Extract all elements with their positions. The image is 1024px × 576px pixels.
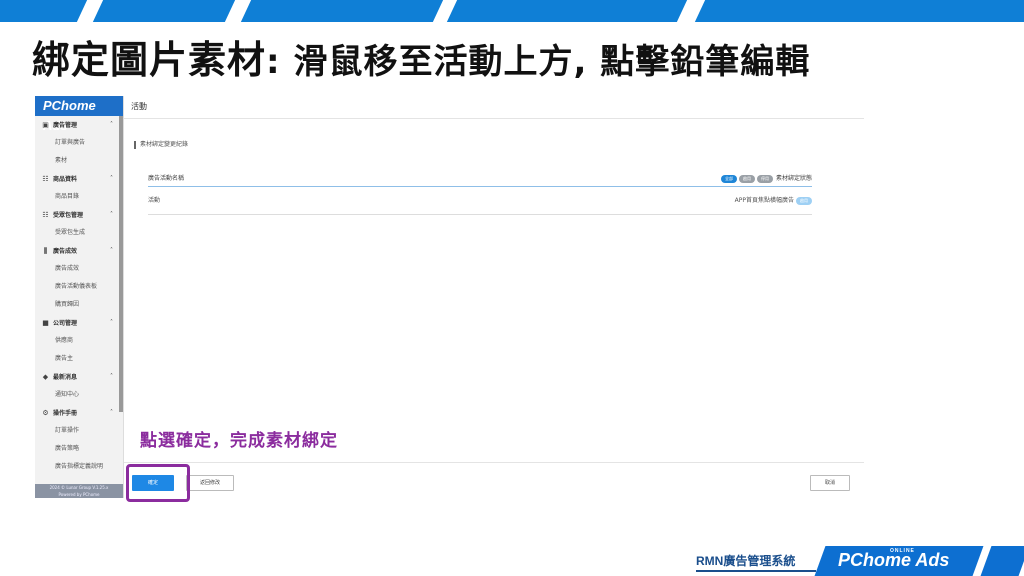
sidebar-item[interactable]: 廣告指標定義說明 — [35, 458, 123, 476]
campaign-name: 活動 — [148, 197, 161, 204]
sidebar-item[interactable]: 通知中心 — [35, 386, 123, 404]
cancel-button[interactable]: 取消 — [810, 475, 850, 491]
confirm-highlight-box — [126, 464, 190, 502]
app-logo[interactable]: PChome Ads — [35, 96, 123, 133]
sidebar-group[interactable]: ⫼ 廣告成效 ˄ — [35, 242, 123, 260]
gear-icon: ⚙ — [42, 409, 49, 417]
chevron-up-icon: ˄ — [110, 409, 113, 416]
sidebar-group-label: 最新消息 — [53, 374, 78, 381]
chevron-up-icon: ˄ — [110, 247, 113, 254]
tag-icon: ▣ — [42, 121, 49, 129]
sidebar-group[interactable]: ☷ 商品資料 ˄ — [35, 170, 123, 188]
chevron-up-icon: ˄ — [110, 373, 113, 380]
status-filter-group: 全部 啟用 停用 素材綁定狀態 — [719, 171, 812, 186]
back-edit-button[interactable]: 返回修改 — [186, 475, 234, 491]
instruction-callout: 點選確定，完成素材綁定 — [140, 431, 338, 451]
sidebar-item[interactable]: 廣告策略 — [35, 440, 123, 458]
grid-icon: ☷ — [42, 211, 49, 219]
chart-icon: ⫼ — [43, 247, 48, 255]
grid-icon: ☷ — [42, 175, 49, 183]
sidebar-group[interactable]: ⚙ 操作手冊 ˄ — [35, 404, 123, 422]
chevron-up-icon: ˄ — [110, 211, 113, 218]
col-campaign-name: 廣告活動名稱 — [148, 175, 185, 182]
sidebar-group-label: 公司管理 — [53, 320, 78, 327]
sidebar-item[interactable]: 受眾包生成 — [35, 224, 123, 242]
filter-enabled-button[interactable]: 啟用 — [738, 174, 755, 183]
page-title: 活動 — [124, 96, 864, 119]
brand-underline — [696, 570, 816, 572]
table-row[interactable]: 活動 APP首頁焦點橫幅廣告 啟用 — [148, 187, 812, 215]
sidebar-group-label: 操作手冊 — [53, 410, 78, 417]
filter-all-button[interactable]: 全部 — [720, 174, 737, 183]
action-bar: 確定 返回修改 取消 — [124, 462, 864, 499]
bell-icon: ◆ — [42, 373, 49, 381]
chevron-up-icon: ˄ — [110, 319, 113, 326]
briefcase-icon: ■ — [42, 319, 49, 327]
sidebar-item[interactable]: 廣告主 — [35, 350, 123, 368]
brand-stripe — [980, 546, 1024, 576]
slide-title: 綁定圖片素材: 滑鼠移至活動上方, 點擊鉛筆編輯 — [32, 38, 811, 82]
status-badge: 啟用 — [796, 196, 812, 205]
top-stripe-bar — [0, 0, 1024, 22]
sidebar-item[interactable]: 訂單操作 — [35, 422, 123, 440]
system-name: RMN廣告管理系統 — [696, 554, 796, 568]
sidebar-item[interactable]: 廣告活動儀表板 — [35, 278, 123, 296]
app-screenshot: PChome Ads ▣ 廣告管理 ˄ 訂單與廣告 素材 ☷ 商品資料 ˄ 商品目錄 ☷ 受眾包管理… — [35, 96, 864, 502]
sidebar-item[interactable]: 廣告成效 — [35, 260, 123, 278]
row-status-group: APP首頁焦點橫幅廣告 啟用 — [735, 187, 812, 214]
chevron-up-icon: ˄ — [110, 175, 113, 182]
sidebar-group-label: 廣告成效 — [53, 248, 78, 255]
table-header: 廣告活動名稱 全部 啟用 停用 素材綁定狀態 — [148, 171, 812, 187]
sidebar-menu: ▣ 廣告管理 ˄ 訂單與廣告 素材 ☷ 商品資料 ˄ 商品目錄 ☷ 受眾包管理 ˄ 受眾包生成 ⫼ 廣告成效… — [35, 116, 123, 476]
col-binding-status: 素材綁定狀態 — [775, 175, 812, 182]
sidebar-group-label: 廣告管理 — [53, 122, 78, 129]
sidebar-footer: 2024 © Lunar Group V.1.25.x Powered by P… — [35, 484, 123, 498]
sidebar-item[interactable]: 訂單與廣告 — [35, 134, 123, 152]
filter-disabled-button[interactable]: 停用 — [756, 174, 773, 183]
sidebar-item[interactable]: 購買歸因 — [35, 296, 123, 314]
sidebar-item[interactable]: 素材 — [35, 152, 123, 170]
campaign-table: 廣告活動名稱 全部 啟用 停用 素材綁定狀態 活動 APP首頁焦點橫幅廣告 啟用 — [148, 171, 812, 215]
sidebar-group[interactable]: ☷ 受眾包管理 ˄ — [35, 206, 123, 224]
placement-name: APP首頁焦點橫幅廣告 — [734, 197, 794, 204]
sidebar-item[interactable]: 商品目錄 — [35, 188, 123, 206]
section-title: 素材綁定變更紀錄 — [134, 141, 188, 149]
brand-logo: PChome Ads ONLINE — [838, 548, 950, 570]
brand-footer: RMN廣告管理系統 PChome Ads ONLINE — [696, 546, 1024, 576]
sidebar-item[interactable]: 供應商 — [35, 332, 123, 350]
sidebar-group[interactable]: ◆ 最新消息 ˄ — [35, 368, 123, 386]
sidebar: PChome Ads ▣ 廣告管理 ˄ 訂單與廣告 素材 ☷ 商品資料 ˄ 商品目錄 ☷ 受眾包管理… — [35, 96, 124, 498]
sidebar-group-label: 受眾包管理 — [53, 212, 84, 219]
sidebar-group[interactable]: ■ 公司管理 ˄ — [35, 314, 123, 332]
sidebar-group[interactable]: ▣ 廣告管理 ˄ — [35, 116, 123, 134]
sidebar-group-label: 商品資料 — [53, 176, 78, 183]
sidebar-scrollbar[interactable] — [119, 116, 123, 412]
chevron-up-icon: ˄ — [110, 121, 113, 128]
